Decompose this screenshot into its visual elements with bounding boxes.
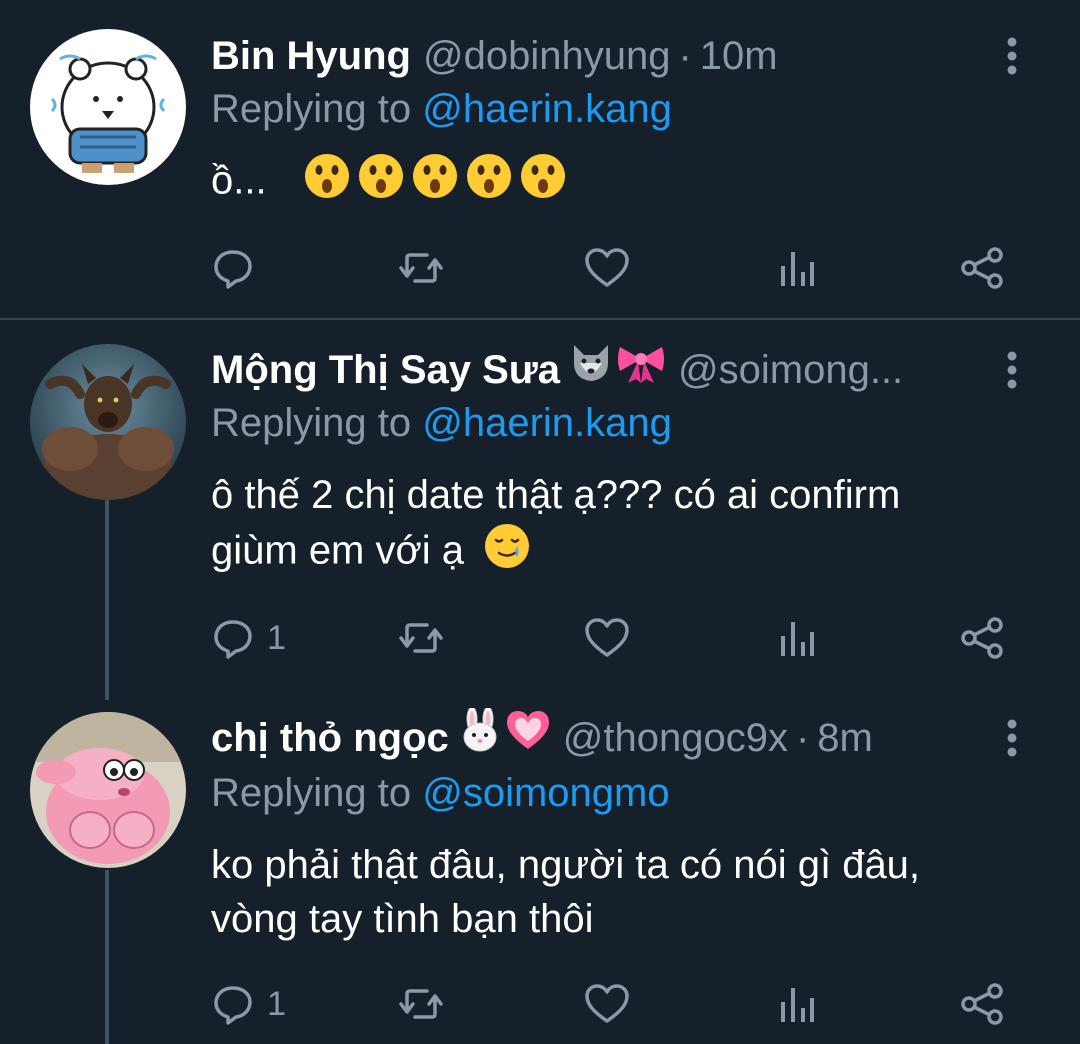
replying-to-label: Replying to bbox=[211, 771, 423, 815]
tweet-3[interactable]: chị thỏ ngọc @thongoc9x · 8m Replying to… bbox=[0, 700, 1080, 1044]
like-icon bbox=[585, 618, 629, 657]
tweet-text-line-2: giùm em với ạ bbox=[211, 522, 1031, 584]
tweet-text-line-1: ko phải thật đâu, người ta có nói gì đâu… bbox=[211, 843, 921, 887]
avatar[interactable] bbox=[30, 712, 186, 868]
hushed-face-emoji bbox=[303, 152, 351, 214]
tweet-2[interactable]: Mộng Thị Say Sưa @soimong... Replying to… bbox=[0, 320, 1080, 700]
analytics-icon bbox=[781, 252, 814, 286]
username[interactable]: @thongoc9x bbox=[563, 708, 788, 768]
display-name[interactable]: chị thỏ ngọc bbox=[211, 708, 449, 768]
username[interactable]: @soimong... bbox=[678, 340, 903, 400]
username[interactable]: @dobinhyung bbox=[423, 26, 670, 86]
tweet-1[interactable]: Bin Hyung @dobinhyung · 10m Replying to … bbox=[0, 0, 1080, 318]
reply-icon bbox=[214, 986, 252, 1025]
pink-cartoon-avatar-image bbox=[30, 712, 186, 868]
hushed-face-emoji bbox=[465, 152, 513, 214]
separator-dot: · bbox=[678, 34, 692, 78]
reply-button[interactable] bbox=[211, 238, 267, 298]
replying-to-mention[interactable]: @soimongmo bbox=[422, 771, 669, 815]
more-options-button[interactable] bbox=[992, 26, 1032, 86]
reply-count: 1 bbox=[267, 984, 286, 1023]
retweet-button[interactable] bbox=[397, 974, 445, 1034]
tweet-actions bbox=[211, 238, 1011, 298]
reply-icon bbox=[214, 250, 252, 289]
timestamp[interactable]: 10m bbox=[700, 26, 778, 86]
face-holding-back-tears-emoji bbox=[483, 522, 531, 584]
separator-dot: · bbox=[795, 716, 810, 760]
more-vertical-icon bbox=[1007, 719, 1017, 757]
retweet-icon bbox=[399, 253, 443, 283]
reply-count: 1 bbox=[267, 618, 286, 657]
share-button[interactable] bbox=[959, 238, 1005, 298]
replying-to: Replying to @soimongmo bbox=[211, 766, 670, 820]
retweet-button[interactable] bbox=[397, 608, 445, 668]
like-icon bbox=[585, 248, 629, 287]
tweet-text-line-2-content: giùm em với ạ bbox=[211, 528, 464, 573]
replying-to-label: Replying to bbox=[211, 401, 423, 445]
replying-to: Replying to @haerin.kang bbox=[211, 82, 672, 136]
more-options-button[interactable] bbox=[992, 708, 1032, 768]
hushed-face-emoji bbox=[411, 152, 459, 214]
hushed-face-emoji bbox=[357, 152, 405, 214]
replying-to-label: Replying to bbox=[211, 87, 423, 131]
share-icon bbox=[961, 983, 1003, 1025]
like-button[interactable] bbox=[583, 238, 631, 298]
replying-to: Replying to @haerin.kang bbox=[211, 396, 672, 450]
like-button[interactable] bbox=[583, 974, 631, 1034]
heart-emoji bbox=[505, 708, 551, 768]
replying-to-mention[interactable]: @haerin.kang bbox=[422, 401, 672, 445]
tweet-text-content: ồ... bbox=[211, 158, 267, 203]
like-icon bbox=[585, 984, 629, 1023]
tweet-text-line-2: vòng tay tình bạn thôi bbox=[211, 897, 594, 941]
tweet-text: ô thế 2 chị date thật ạ??? có ai confirm… bbox=[211, 468, 1031, 584]
tweet-header: chị thỏ ngọc @thongoc9x · 8m bbox=[211, 708, 990, 768]
reply-button[interactable]: 1 bbox=[211, 974, 286, 1034]
rabbit-face-emoji bbox=[457, 708, 503, 768]
analytics-icon bbox=[781, 622, 814, 656]
tweet-actions: 1 bbox=[211, 608, 1011, 668]
retweet-button[interactable] bbox=[397, 238, 445, 298]
white-bear-avatar-image bbox=[30, 29, 186, 185]
tweet-text: ồ... bbox=[211, 152, 1031, 214]
share-icon bbox=[961, 247, 1003, 289]
reply-button[interactable]: 1 bbox=[211, 608, 286, 668]
reply-icon bbox=[214, 620, 252, 659]
analytics-icon bbox=[781, 988, 814, 1022]
share-icon bbox=[961, 617, 1003, 659]
avatar[interactable] bbox=[30, 29, 186, 185]
more-options-button[interactable] bbox=[992, 340, 1032, 400]
analytics-button[interactable] bbox=[777, 608, 817, 668]
tweet-actions: 1 bbox=[211, 974, 1011, 1034]
tweet-text: ko phải thật đâu, người ta có nói gì đâu… bbox=[211, 838, 1031, 946]
display-name[interactable]: Bin Hyung bbox=[211, 26, 411, 86]
display-name[interactable]: Mộng Thị Say Sưa bbox=[211, 340, 560, 400]
analytics-button[interactable] bbox=[777, 974, 817, 1034]
more-vertical-icon bbox=[1007, 37, 1017, 75]
timestamp[interactable]: 8m bbox=[817, 708, 873, 768]
more-vertical-icon bbox=[1007, 351, 1017, 389]
tweet-text-line-1: ô thế 2 chị date thật ạ??? có ai confirm bbox=[211, 473, 901, 517]
replying-to-mention[interactable]: @haerin.kang bbox=[422, 87, 672, 131]
retweet-icon bbox=[399, 989, 443, 1019]
ribbon-emoji bbox=[616, 340, 666, 400]
like-button[interactable] bbox=[583, 608, 631, 668]
werewolf-avatar-image bbox=[30, 344, 186, 500]
retweet-icon bbox=[399, 623, 443, 653]
share-button[interactable] bbox=[959, 974, 1005, 1034]
hushed-face-emoji bbox=[519, 152, 567, 214]
share-button[interactable] bbox=[959, 608, 1005, 668]
tweet-header: Bin Hyung @dobinhyung · 10m bbox=[211, 26, 990, 86]
analytics-button[interactable] bbox=[777, 238, 817, 298]
tweet-header: Mộng Thị Say Sưa @soimong... bbox=[211, 340, 990, 400]
wolf-emoji bbox=[568, 340, 614, 400]
avatar[interactable] bbox=[30, 344, 186, 500]
